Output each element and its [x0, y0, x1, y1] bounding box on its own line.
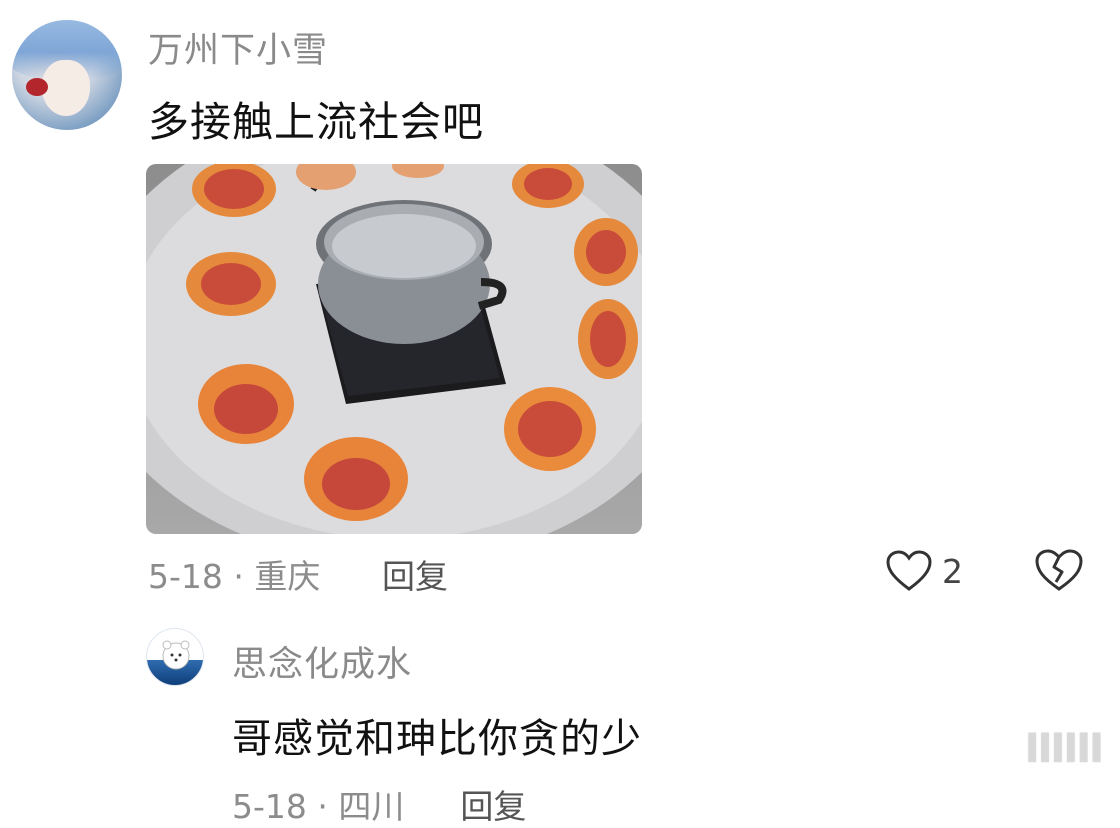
watermark: IIIIII — [1024, 726, 1104, 772]
comment-username[interactable]: 万州下小雪 — [148, 22, 328, 73]
reply-meta: 5-18 · 四川 回复 — [232, 780, 526, 828]
reply-button[interactable]: 回复 — [382, 550, 448, 598]
avatar[interactable] — [12, 20, 122, 130]
bear-avatar-icon — [162, 640, 190, 670]
dislike-button[interactable] — [1034, 548, 1084, 594]
comment-meta: 5-18 · 重庆 — [148, 557, 321, 596]
comment-text: 多接触上流社会吧 — [148, 98, 484, 146]
reply-meta-text: 5-18 · 四川 — [232, 787, 405, 826]
comment-image[interactable] — [146, 164, 642, 534]
heart-outline-icon — [886, 550, 932, 591]
like-count: 2 — [942, 551, 963, 591]
reply-reply-button[interactable]: 回复 — [460, 787, 526, 826]
reply-text: 哥感觉和珅比你贪的少 — [232, 716, 642, 762]
reply-username[interactable]: 思念化成水 — [232, 636, 412, 687]
avatar-flower — [26, 78, 48, 96]
reply-avatar[interactable] — [146, 628, 204, 686]
broken-heart-icon — [1035, 549, 1083, 591]
like-button[interactable]: 2 — [886, 548, 963, 594]
avatar-face — [42, 60, 90, 116]
noodle-table-photo — [146, 164, 642, 534]
